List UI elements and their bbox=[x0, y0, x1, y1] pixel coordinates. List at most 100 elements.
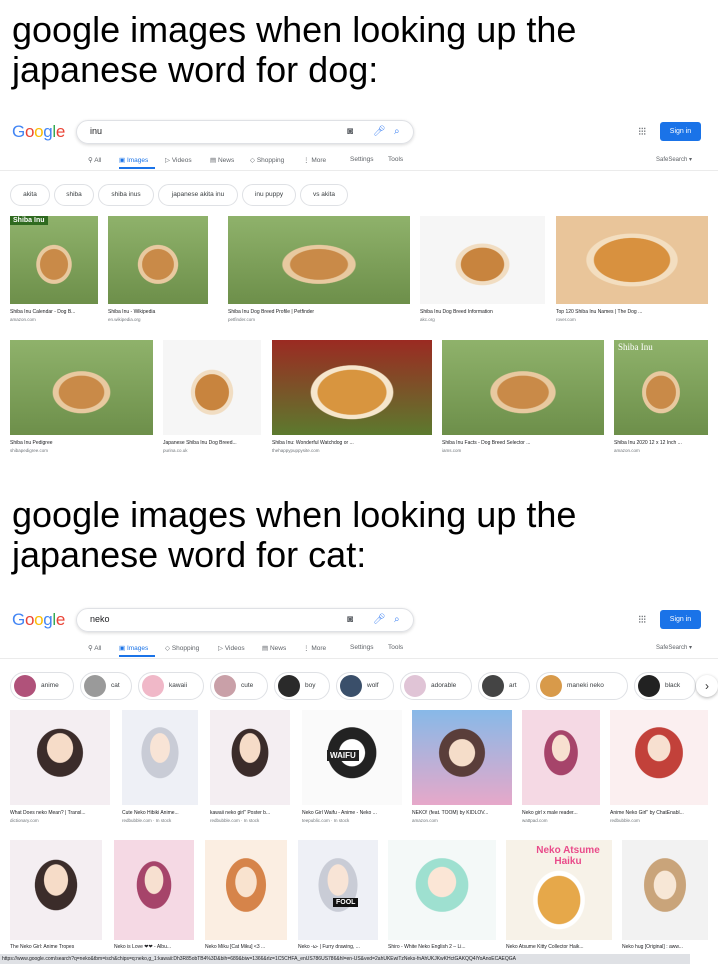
result-title[interactable]: Shiba Inu Facts - Dog Breed Selector ... bbox=[442, 440, 604, 446]
tab-news[interactable]: ▤ News bbox=[210, 156, 234, 164]
result-image[interactable] bbox=[205, 840, 287, 940]
image-result[interactable]: Neko Atsume Haiku Neko Atsume Kitty Coll… bbox=[506, 840, 612, 952]
result-title[interactable]: Shiba Inu - Wikipedia bbox=[108, 309, 208, 315]
result-title[interactable]: NEKO! (feat. TOOM) by KIDLOV... bbox=[412, 810, 512, 816]
result-title[interactable]: Neko Miku [Cat Miku] <3 ... bbox=[205, 944, 287, 950]
apps-grid-icon[interactable]: ⁝⁝⁝ bbox=[638, 125, 646, 138]
image-result[interactable]: The Neko Girl: Anime Tropes bbox=[10, 840, 102, 952]
chip-black[interactable]: black bbox=[634, 672, 696, 700]
chip-maneki-neko[interactable]: maneki neko bbox=[536, 672, 628, 700]
result-title[interactable]: Shiba Inu Pedigree bbox=[10, 440, 153, 446]
result-image[interactable] bbox=[388, 840, 496, 940]
result-title[interactable]: Shiro - White Neko English 2 – Li... bbox=[388, 944, 496, 950]
result-title[interactable]: Neko is Love ❤❤ - Albu... bbox=[114, 944, 194, 950]
image-result[interactable]: Shiba Inu Pedigree shibapedigree.com bbox=[10, 340, 153, 460]
chip-shiba[interactable]: shiba bbox=[54, 184, 94, 206]
chip-akita[interactable]: akita bbox=[10, 184, 50, 206]
result-title[interactable]: Shiba Inu Calendar - Dog B... bbox=[10, 309, 98, 315]
chip-anime[interactable]: anime bbox=[10, 672, 74, 700]
chip-shiba-inus[interactable]: shiba inus bbox=[98, 184, 154, 206]
chip-wolf[interactable]: wolf bbox=[336, 672, 394, 700]
search-box[interactable]: neko ◙ 🎤︎ ⌕ bbox=[76, 608, 414, 632]
tab-images[interactable]: ▣ Images bbox=[119, 644, 148, 652]
tab-shopping[interactable]: ◇ Shopping bbox=[250, 156, 284, 164]
result-title[interactable]: Neko Girl Waifu - Anime - Neko ... bbox=[302, 810, 402, 816]
image-result[interactable]: Shiba Inu Dog Breed Profile | Petfinder … bbox=[228, 216, 410, 326]
result-title[interactable]: Shiba Inu Dog Breed Profile | Petfinder bbox=[228, 309, 410, 315]
chip-art[interactable]: art bbox=[478, 672, 530, 700]
result-image[interactable] bbox=[210, 710, 290, 805]
tab-videos[interactable]: ▷ Videos bbox=[165, 156, 192, 164]
tab-more[interactable]: ⋮ More bbox=[303, 156, 326, 164]
chip-japanese-akita-inu[interactable]: japanese akita inu bbox=[158, 184, 238, 206]
camera-icon[interactable]: ◙ bbox=[347, 614, 353, 625]
tab-all[interactable]: ⚲ All bbox=[88, 644, 101, 652]
result-image[interactable] bbox=[412, 710, 512, 805]
tab-videos[interactable]: ▷ Videos bbox=[218, 644, 245, 652]
image-result[interactable]: FOOL Neko -ω- | Furry drawing, ... bbox=[298, 840, 378, 952]
tab-tools[interactable]: Tools bbox=[388, 156, 403, 163]
result-title[interactable]: Top 120 Shiba Inu Names | The Dog ... bbox=[556, 309, 708, 315]
image-result[interactable]: kawaii neko girl" Poster b... redbubble.… bbox=[210, 710, 290, 830]
image-result[interactable]: Neko is Love ❤❤ - Albu... bbox=[114, 840, 194, 952]
result-title[interactable]: Shiba Inu: Wonderful Watchdog or ... bbox=[272, 440, 432, 446]
camera-icon[interactable]: ◙ bbox=[347, 126, 353, 137]
chip-inu-puppy[interactable]: inu puppy bbox=[242, 184, 296, 206]
search-icon[interactable]: ⌕ bbox=[394, 614, 400, 625]
result-image[interactable] bbox=[298, 840, 378, 940]
tab-more[interactable]: ⋮ More bbox=[303, 644, 326, 652]
tab-all[interactable]: ⚲ All bbox=[88, 156, 101, 164]
image-result[interactable]: Top 120 Shiba Inu Names | The Dog ... ro… bbox=[556, 216, 708, 326]
result-image[interactable] bbox=[522, 710, 600, 805]
image-result[interactable]: Shiba Inu Shiba Inu 2020 12 x 12 Inch ..… bbox=[614, 340, 708, 460]
chip-vs-akita[interactable]: vs akita bbox=[300, 184, 348, 206]
image-result[interactable]: Neko girl x male reader... wattpad.com bbox=[522, 710, 600, 830]
tab-images[interactable]: ▣ Images bbox=[119, 156, 148, 164]
chip-adorable[interactable]: adorable bbox=[400, 672, 472, 700]
result-title[interactable]: Neko girl x male reader... bbox=[522, 810, 600, 816]
search-input[interactable]: neko bbox=[90, 614, 110, 624]
image-result[interactable]: Shiba Inu Dog Breed Information akc.org bbox=[420, 216, 545, 326]
google-logo[interactable]: Google bbox=[12, 122, 65, 142]
image-result[interactable]: Neko hug [Original] : aww... bbox=[622, 840, 708, 952]
image-result[interactable]: Shiro - White Neko English 2 – Li... bbox=[388, 840, 496, 952]
result-title[interactable]: Anime Neko Girl" by ChatEnabl... bbox=[610, 810, 708, 816]
image-result[interactable]: Neko Miku [Cat Miku] <3 ... bbox=[205, 840, 287, 952]
result-image[interactable] bbox=[442, 340, 604, 435]
chip-cute[interactable]: cute bbox=[210, 672, 268, 700]
apps-grid-icon[interactable]: ⁝⁝⁝ bbox=[638, 613, 646, 626]
image-result[interactable]: Shiba Inu Facts - Dog Breed Selector ...… bbox=[442, 340, 604, 460]
tab-news[interactable]: ▤ News bbox=[262, 644, 286, 652]
image-result[interactable]: What Does neko Mean? | Transl... diction… bbox=[10, 710, 110, 830]
result-title[interactable]: Japanese Shiba Inu Dog Breed... bbox=[163, 440, 261, 446]
result-image[interactable] bbox=[108, 216, 208, 304]
result-title[interactable]: Cute Neko Hibiki Anime... bbox=[122, 810, 198, 816]
safesearch-toggle[interactable]: SafeSearch ▾ bbox=[656, 644, 692, 651]
result-image[interactable] bbox=[122, 710, 198, 805]
result-image[interactable] bbox=[622, 840, 708, 940]
mic-icon[interactable]: 🎤︎ bbox=[373, 614, 386, 625]
image-result[interactable]: Shiba Inu: Wonderful Watchdog or ... the… bbox=[272, 340, 432, 460]
image-result[interactable]: Japanese Shiba Inu Dog Breed... purina.c… bbox=[163, 340, 261, 460]
result-title[interactable]: The Neko Girl: Anime Tropes bbox=[10, 944, 102, 950]
tab-settings[interactable]: Settings bbox=[350, 156, 374, 163]
tab-shopping[interactable]: ◇ Shopping bbox=[165, 644, 199, 652]
image-result[interactable]: Cute Neko Hibiki Anime... redbubble.com … bbox=[122, 710, 198, 830]
sign-in-button[interactable]: Sign in bbox=[660, 610, 701, 629]
result-title[interactable]: kawaii neko girl" Poster b... bbox=[210, 810, 290, 816]
result-image[interactable] bbox=[614, 340, 708, 435]
result-title[interactable]: Neko -ω- | Furry drawing, ... bbox=[298, 944, 378, 950]
result-image[interactable] bbox=[163, 340, 261, 435]
image-result[interactable]: WAIFU Neko Girl Waifu - Anime - Neko ...… bbox=[302, 710, 402, 830]
result-title[interactable]: Neko Atsume Kitty Collector Haik... bbox=[506, 944, 612, 950]
google-logo[interactable]: Google bbox=[12, 610, 65, 630]
chip-kawaii[interactable]: kawaii bbox=[138, 672, 204, 700]
chip-cat[interactable]: cat bbox=[80, 672, 132, 700]
mic-icon[interactable]: 🎤︎ bbox=[373, 126, 386, 137]
result-image[interactable] bbox=[610, 710, 708, 805]
result-image[interactable] bbox=[10, 340, 153, 435]
tab-settings[interactable]: Settings bbox=[350, 644, 374, 651]
image-result[interactable]: Anime Neko Girl" by ChatEnabl... redbubb… bbox=[610, 710, 708, 830]
chip-boy[interactable]: boy bbox=[274, 672, 330, 700]
result-image[interactable] bbox=[228, 216, 410, 304]
